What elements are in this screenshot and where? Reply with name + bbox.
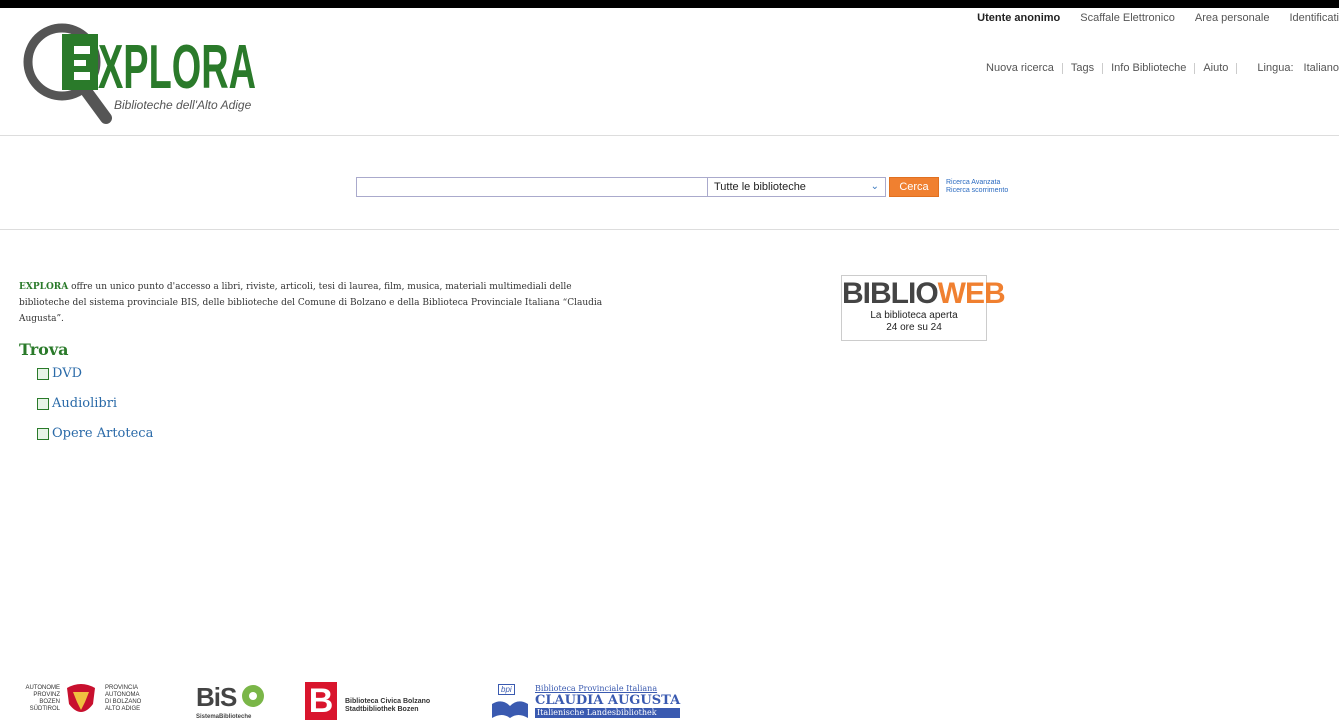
chevron-down-icon: ⌄ xyxy=(870,181,879,192)
find-artoteca-label: Opere Artoteca xyxy=(52,426,154,441)
language-select[interactable]: Italiano xyxy=(1304,62,1339,74)
library-select-value: Tutte le biblioteche xyxy=(714,181,806,193)
explora-logo[interactable]: XPLORA Biblioteche dell'Alto Adige xyxy=(18,22,268,127)
user-navigation: Utente anonimo Scaffale Elettronico Area… xyxy=(957,10,1339,26)
province-logo[interactable]: AUTONOME PROVINZ BOZEN SÜDTIROL PROVINCI… xyxy=(20,682,170,722)
find-heading: Trova xyxy=(19,340,69,359)
electronic-shelf-link[interactable]: Scaffale Elettronico xyxy=(1080,12,1175,24)
library-info-link[interactable]: Info Biblioteche xyxy=(1103,62,1194,74)
claudia-abbr: bpi xyxy=(498,684,515,695)
civica-logo[interactable]: B Biblioteca Civica Bolzano Stadtbibliot… xyxy=(300,682,470,722)
main-navigation: Nuova ricerca Tags Info Biblioteche Aiut… xyxy=(978,62,1339,74)
intro-text: EXPLORA offre un unico punto d'accesso a… xyxy=(19,279,619,327)
civica-text: Biblioteca Civica Bolzano Stadtbibliothe… xyxy=(345,698,431,713)
login-link[interactable]: Identificati xyxy=(1289,12,1339,24)
new-search-link[interactable]: Nuova ricerca xyxy=(978,62,1062,74)
civica-b-icon: B xyxy=(305,682,337,720)
province-eagle-icon xyxy=(67,684,95,712)
biblioweb-banner[interactable]: BIBLIOWEB La biblioteca aperta 24 ore su… xyxy=(841,275,1006,341)
biblioweb-line2: 24 ore su 24 xyxy=(886,322,942,333)
find-audiobooks-label: Audiolibri xyxy=(52,396,118,411)
library-select[interactable]: Tutte le biblioteche ⌄ xyxy=(708,177,886,197)
search-button[interactable]: Cerca xyxy=(889,177,939,197)
claudia-text: Biblioteca Provinciale Italiana CLAUDIA … xyxy=(535,684,681,718)
advanced-search-link[interactable]: Ricerca Avanzata xyxy=(946,179,1008,187)
video-file-icon xyxy=(37,367,49,380)
personal-area-link[interactable]: Area personale xyxy=(1195,12,1270,24)
top-black-bar xyxy=(0,0,1339,8)
search-links: Ricerca Avanzata Ricerca scorrimento xyxy=(946,179,1008,195)
tags-link[interactable]: Tags xyxy=(1063,62,1102,74)
language-label: Lingua: xyxy=(1257,62,1294,74)
help-link[interactable]: Aiuto xyxy=(1195,62,1236,74)
find-audiobooks-link[interactable]: Audiolibri xyxy=(37,396,117,411)
open-book-icon xyxy=(492,701,528,718)
user-status: Utente anonimo xyxy=(977,12,1061,24)
header-divider xyxy=(0,135,1339,136)
search-divider xyxy=(0,229,1339,230)
province-de-text: AUTONOME PROVINZ BOZEN SÜDTIROL xyxy=(25,685,60,712)
find-dvd-label: DVD xyxy=(52,366,83,381)
bis-subtitle: SistemaBiblioteche xyxy=(196,714,252,720)
biblioweb-line1: La biblioteca aperta xyxy=(870,310,958,321)
svg-text:XPLORA: XPLORA xyxy=(98,33,256,102)
nav-divider xyxy=(1236,62,1238,74)
search-input[interactable] xyxy=(356,177,708,197)
bis-flower-icon xyxy=(242,685,264,707)
province-it-text: PROVINCIA AUTONOMA DI BOLZANO ALTO ADIGE xyxy=(105,685,142,712)
intro-body: offre un unico punto d'accesso a libri, … xyxy=(19,282,603,324)
bis-logo[interactable]: BiS SistemaBiblioteche xyxy=(196,682,276,722)
image-icon xyxy=(37,427,49,440)
logo-subtitle: Biblioteche dell'Alto Adige xyxy=(114,98,252,112)
bis-name: BiS xyxy=(196,682,237,712)
biblioweb-title: BIBLIOWEB xyxy=(842,277,1006,310)
find-dvd-link[interactable]: DVD xyxy=(37,366,82,381)
intro-brand: EXPLORA xyxy=(19,282,69,292)
audio-file-icon xyxy=(37,397,49,410)
browse-search-link[interactable]: Ricerca scorrimento xyxy=(946,187,1008,195)
claudia-augusta-logo[interactable]: bpi Biblioteca Provinciale Italiana CLAU… xyxy=(490,684,690,724)
find-artoteca-link[interactable]: Opere Artoteca xyxy=(37,426,153,441)
